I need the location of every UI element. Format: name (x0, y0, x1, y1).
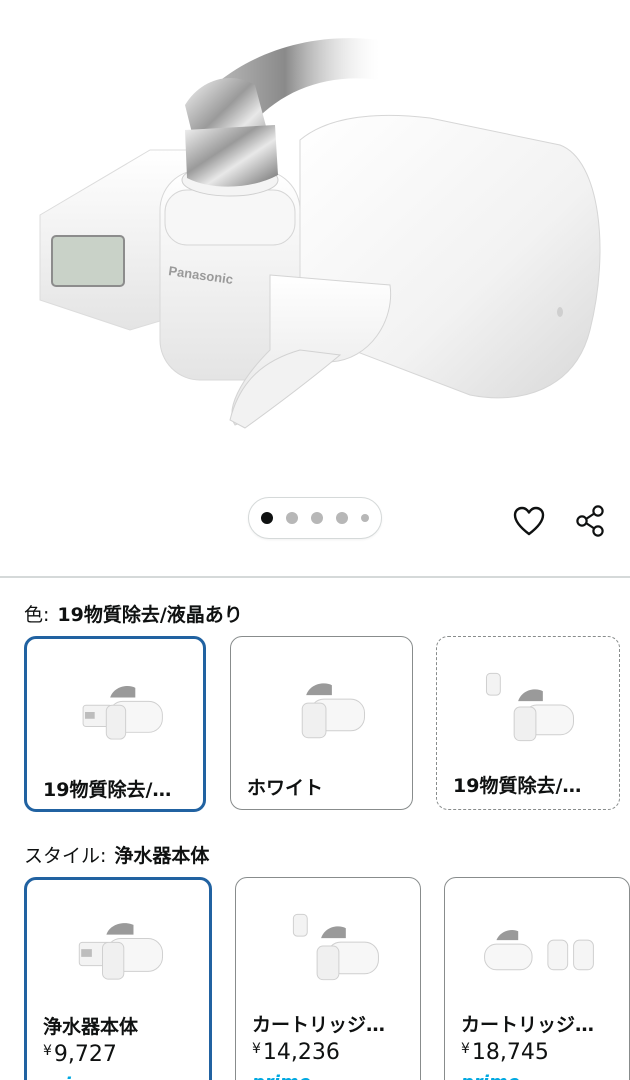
currency-symbol: ¥ (252, 1041, 261, 1057)
carousel-dot[interactable] (336, 512, 348, 524)
style-option-title: カートリッジ… (252, 1014, 386, 1036)
prime-badge: prime (461, 1072, 520, 1080)
product-thumbnail (78, 923, 164, 980)
product-thumbnail (82, 686, 163, 740)
style-option-price: ¥14,236 (252, 1040, 340, 1065)
section-divider (0, 576, 630, 578)
prime-badge: prime (252, 1072, 311, 1080)
price-value: 14,236 (262, 1040, 340, 1065)
color-label: 色: (24, 604, 50, 626)
product-thumbnail (484, 929, 594, 971)
style-label-row: スタイル: 浄水器本体 (24, 841, 209, 868)
carousel-dot[interactable] (311, 512, 323, 524)
share-icon (576, 505, 604, 537)
color-option-title: ホワイト (247, 777, 324, 799)
style-option-price: ¥18,745 (461, 1040, 549, 1065)
style-option-price: ¥9,727 (43, 1042, 117, 1067)
style-option-title: 浄水器本体 (43, 1016, 139, 1038)
color-option-title: 19物質除去/… (43, 779, 172, 801)
carousel-dot[interactable] (286, 512, 298, 524)
product-thumbnail (292, 913, 379, 981)
color-option[interactable]: ホワイト (230, 636, 413, 810)
heart-icon (513, 506, 545, 536)
color-option-title: 19物質除去/… (453, 775, 582, 797)
share-button[interactable] (569, 500, 611, 542)
currency-symbol: ¥ (43, 1043, 52, 1059)
carousel-dot[interactable] (261, 512, 273, 524)
style-value: 浄水器本体 (114, 845, 210, 867)
style-option[interactable]: カートリッジ… ¥18,745 prime (444, 877, 630, 1080)
style-option-title: カートリッジ… (461, 1014, 595, 1036)
product-thumbnail (301, 683, 366, 739)
product-image: Panasonic (39, 38, 601, 429)
carousel-dot[interactable] (361, 514, 369, 522)
carousel-pagination[interactable] (248, 497, 382, 539)
price-value: 18,745 (471, 1040, 549, 1065)
price-value: 9,727 (53, 1042, 117, 1067)
color-option[interactable]: 19物質除去/… (436, 636, 620, 810)
wishlist-button[interactable] (508, 500, 550, 542)
color-value: 19物質除去/液晶あり (57, 604, 243, 626)
product-image-carousel[interactable]: Panasonic (0, 0, 630, 578)
prime-badge: prime (43, 1074, 102, 1080)
color-label-row: 色: 19物質除去/液晶あり (24, 600, 243, 627)
product-thumbnail (485, 672, 574, 742)
currency-symbol: ¥ (461, 1041, 470, 1057)
style-option[interactable]: カートリッジ… ¥14,236 prime (235, 877, 421, 1080)
style-label: スタイル: (24, 845, 107, 867)
color-option[interactable]: 19物質除去/… (24, 636, 206, 812)
style-option[interactable]: 浄水器本体 ¥9,727 prime (24, 877, 212, 1080)
